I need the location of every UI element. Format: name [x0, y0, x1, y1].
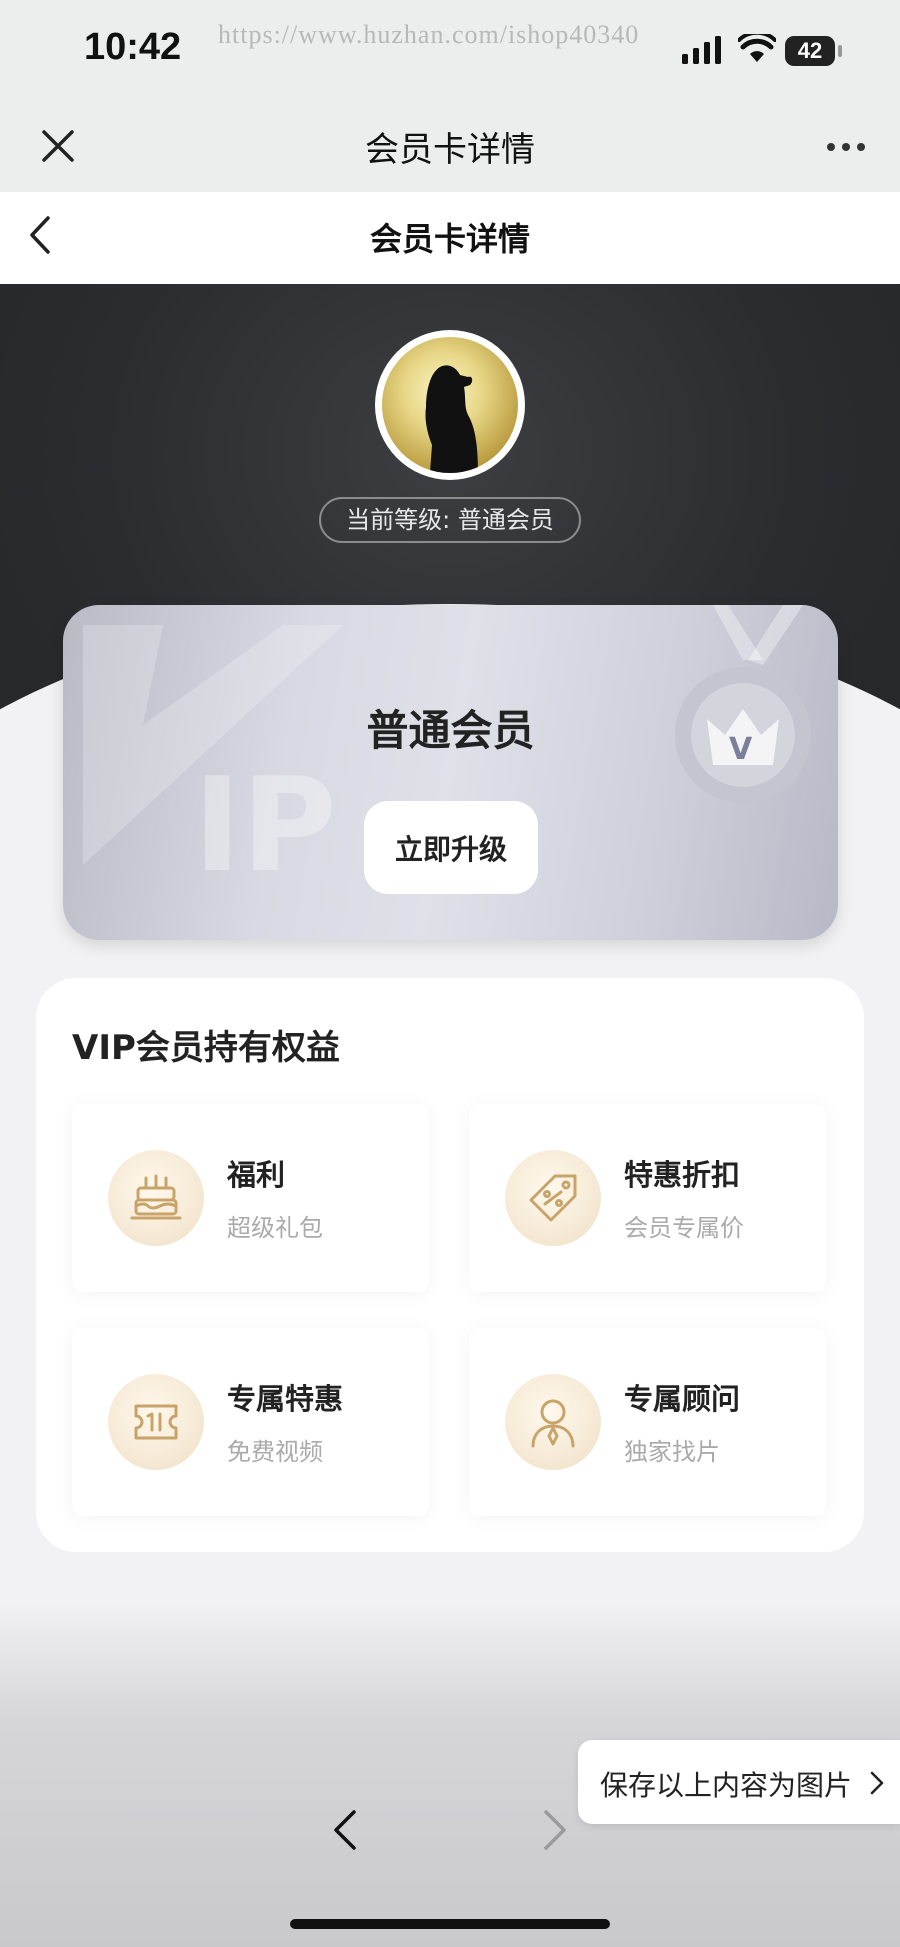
benefits-heading: VIP会员持有权益: [72, 1028, 340, 1068]
discount-tag-icon: [529, 1174, 577, 1222]
benefit-title: 专属顾问: [624, 1382, 741, 1416]
vip-watermark-icon: IP: [83, 625, 343, 901]
save-as-image-button[interactable]: 保存以上内容为图片: [578, 1740, 900, 1824]
avatar[interactable]: [375, 330, 525, 480]
more-icon[interactable]: [826, 142, 866, 152]
benefit-subtitle: 会员专属价: [624, 1214, 744, 1242]
status-bar: 10:42 https://www.huzhan.com/ishop40340 …: [0, 0, 900, 100]
benefit-title: 专属特惠: [227, 1382, 344, 1416]
home-indicator[interactable]: [290, 1919, 610, 1929]
browser-forward-icon[interactable]: [540, 1808, 570, 1852]
browser-back-icon[interactable]: [330, 1808, 360, 1852]
benefit-item-exclusive-offer[interactable]: 专属特惠 免费视频: [72, 1328, 429, 1516]
status-time: 10:42: [84, 26, 182, 68]
battery-icon: 42: [785, 36, 835, 66]
inner-nav-bar: 会员卡详情: [0, 192, 900, 284]
benefit-title: 特惠折扣: [624, 1158, 741, 1192]
avatar-image: [382, 337, 518, 473]
cake-icon: [130, 1174, 182, 1220]
membership-card: IP V 普通会员 立即升级: [63, 605, 838, 940]
outer-nav-title: 会员卡详情: [365, 130, 535, 170]
current-level-badge: 当前等级: 普通会员: [319, 497, 581, 543]
benefit-item-welfare[interactable]: 福利 超级礼包: [72, 1104, 429, 1292]
benefit-item-advisor[interactable]: 专属顾问 独家找片: [469, 1328, 826, 1516]
outer-nav-bar: 会员卡详情: [0, 100, 900, 192]
silhouette-icon: [425, 365, 478, 473]
benefit-subtitle: 独家找片: [624, 1438, 720, 1466]
watermark-url: https://www.huzhan.com/ishop40340: [218, 20, 640, 49]
ticket-icon: [134, 1404, 178, 1440]
chevron-right-icon: [870, 1771, 884, 1795]
benefit-item-discount[interactable]: 特惠折扣 会员专属价: [469, 1104, 826, 1292]
card-level-name: 普通会员: [366, 706, 535, 755]
benefit-title: 福利: [227, 1158, 286, 1192]
wifi-icon: [738, 34, 776, 62]
benefit-subtitle: 超级礼包: [227, 1214, 323, 1242]
battery-tip: [838, 45, 842, 57]
upgrade-button[interactable]: 立即升级: [364, 801, 538, 894]
benefit-subtitle: 免费视频: [227, 1438, 323, 1466]
signal-icon: [682, 36, 721, 64]
advisor-icon: [531, 1399, 575, 1448]
save-as-image-label: 保存以上内容为图片: [600, 1769, 853, 1802]
svg-text:IP: IP: [193, 749, 337, 901]
benefits-panel: VIP会员持有权益 福利 超级礼包 特惠折扣 会员专属价 专属特惠 免费视频 专…: [36, 978, 864, 1552]
page-title: 会员卡详情: [369, 220, 530, 258]
